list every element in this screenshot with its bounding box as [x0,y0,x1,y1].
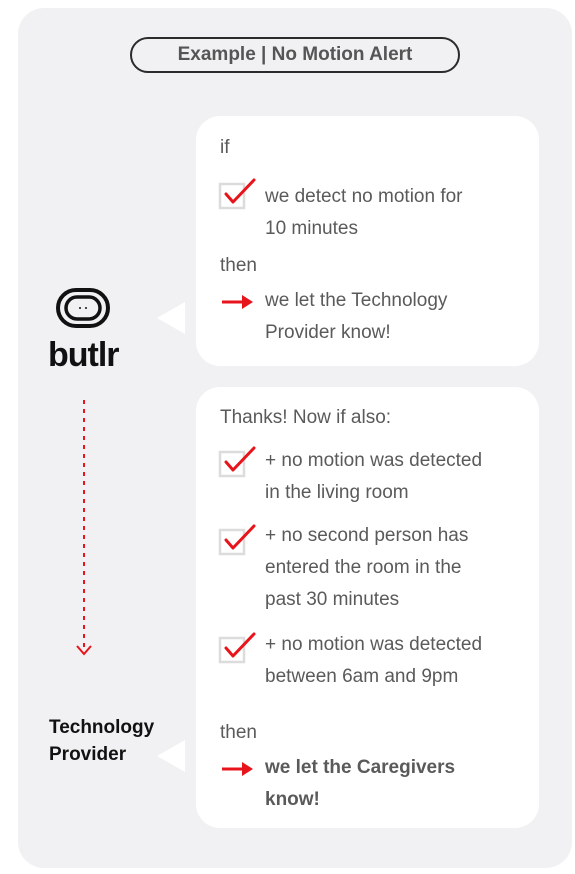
card2-intro: Thanks! Now if also: [220,407,392,428]
card1-pointer [157,302,185,334]
check-icon [218,178,256,210]
caregiver-action-line-1: we let the Caregivers [265,757,456,778]
butlr-logo-icon [56,288,110,328]
arrow-right-icon [222,762,253,776]
arrow-right-icon [222,295,253,309]
then-label: then [220,255,257,276]
brand-name: butlr [48,336,120,374]
title-pill: Example | No Motion Alert [130,37,460,73]
check-icon [218,446,256,478]
then-label-2: then [220,722,257,743]
check-icon [218,632,256,664]
action-line-1: we let the Technology [265,290,448,311]
action-line-2: Provider know! [265,322,391,343]
if-label: if [220,137,230,158]
caregiver-action-line-2: know! [265,789,320,810]
check-icon [218,524,256,556]
condition-line-1: we detect no motion for [265,186,463,207]
cond3-line-1: + no motion was detected [265,634,483,655]
cond3-line-2: between 6am and 9pm [265,666,459,687]
arrow-down-icon [76,400,92,656]
cond1-line-1: + no motion was detected [265,450,483,471]
cond2-line-2: entered the room in the [265,557,462,578]
condition-line-2: 10 minutes [265,218,358,239]
cond1-line-2: in the living room [265,482,409,503]
card2-pointer [157,740,185,772]
cond2-line-3: past 30 minutes [265,589,400,610]
cond2-line-1: + no second person has [265,525,469,546]
